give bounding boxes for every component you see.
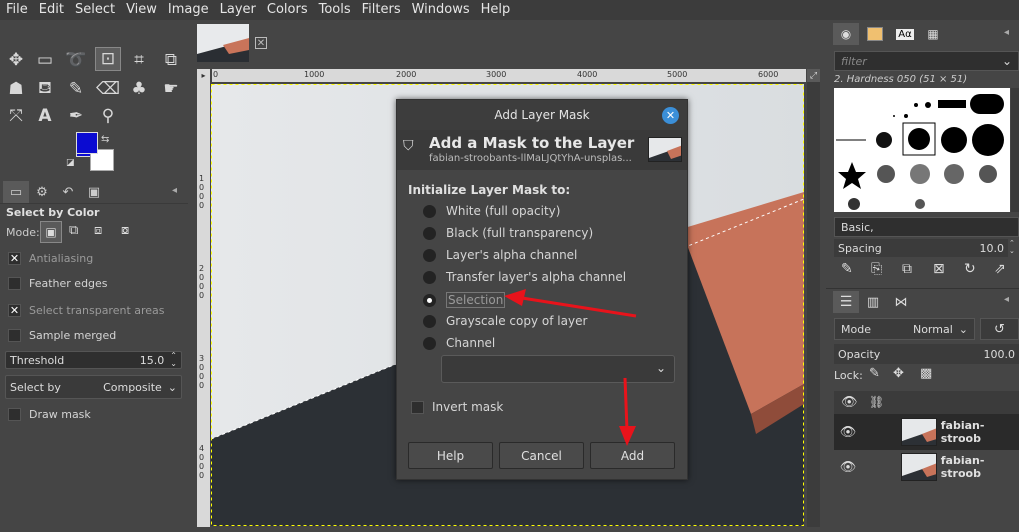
lock-pixels-icon[interactable]: ✎ xyxy=(869,366,880,381)
refresh-brushes-icon[interactable]: ↻ xyxy=(964,261,976,277)
spacing-slider[interactable]: Spacing 10.0 xyxy=(834,239,1008,257)
layer-row[interactable]: 👁 fabian-stroob xyxy=(834,414,1019,450)
brushes-tab-icon[interactable]: ◉ xyxy=(833,23,859,45)
brush-grid[interactable] xyxy=(834,88,1010,212)
chain-header-icon: ⛓ xyxy=(869,395,885,409)
delete-brush-icon[interactable]: ⊠ xyxy=(933,261,945,277)
arrow-to-add xyxy=(623,377,629,431)
layer-mode-dropdown[interactable]: Mode Normal ⌄ xyxy=(834,318,975,340)
divider xyxy=(826,288,1019,289)
open-brush-icon[interactable]: ⇗ xyxy=(994,261,1006,277)
dock-menu-icon[interactable]: ◂ xyxy=(1004,294,1009,305)
new-brush-icon[interactable]: ⎘ xyxy=(871,261,882,277)
document-history-tab-icon[interactable]: ▦ xyxy=(920,23,946,45)
arrow-head xyxy=(504,289,526,306)
brush-name: 2. Hardness 050 (51 × 51) xyxy=(834,74,968,85)
layer-name: fabian-stroob xyxy=(940,419,985,445)
brush-tag-input[interactable]: Basic, xyxy=(834,217,1019,237)
brush-filter-input[interactable]: filter ⌄ xyxy=(834,51,1019,71)
layers-tab-icon[interactable]: ☰ xyxy=(833,291,859,313)
layer-thumbnail xyxy=(901,418,937,446)
edit-brush-icon[interactable]: ✎ xyxy=(841,261,853,277)
layer-thumbnail xyxy=(901,453,937,481)
eye-icon[interactable]: 👁 xyxy=(834,425,862,440)
chevron-down-icon: ⌄ xyxy=(1001,54,1012,68)
paths-tab-icon[interactable]: ⋈ xyxy=(888,291,914,313)
patterns-tab-icon[interactable] xyxy=(862,23,888,45)
eye-icon[interactable]: 👁 xyxy=(834,460,862,475)
brush-previews xyxy=(836,94,1004,210)
brush-grid-scrollbar[interactable] xyxy=(1011,88,1019,212)
visibility-header-icon: 👁 xyxy=(841,395,858,410)
spinner-icon[interactable]: ⌃ ⌄ xyxy=(1009,239,1015,255)
opacity-slider[interactable]: Opacity 100.0 xyxy=(834,344,1019,364)
duplicate-brush-icon[interactable]: ⧉ xyxy=(902,261,912,277)
fonts-tab-icon[interactable]: Aα xyxy=(892,23,918,45)
lock-position-icon[interactable]: ✥ xyxy=(893,366,904,381)
arrow-head xyxy=(619,426,636,446)
layer-row[interactable]: 👁 fabian-stroob xyxy=(834,449,1019,485)
arrow-to-selection xyxy=(521,296,637,318)
lock-label: Lock: xyxy=(834,369,863,382)
layer-name: fabian-stroob xyxy=(940,454,985,480)
chevron-down-icon: ⌄ xyxy=(958,322,968,336)
channels-tab-icon[interactable]: ▥ xyxy=(860,291,886,313)
lock-alpha-icon[interactable]: ▩ xyxy=(920,366,932,381)
reset-mode-icon[interactable]: ↺ xyxy=(980,318,1019,340)
dock-menu-icon[interactable]: ◂ xyxy=(1004,27,1009,38)
